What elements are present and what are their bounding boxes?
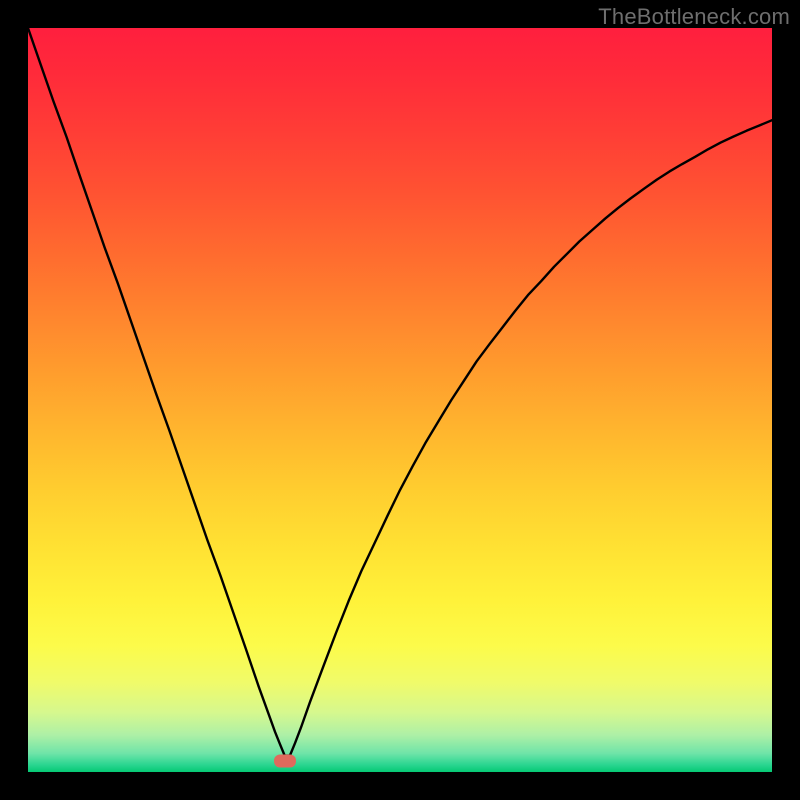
chart-frame [28, 28, 772, 772]
chart-gradient-background [28, 28, 772, 772]
watermark-text: TheBottleneck.com [598, 4, 790, 30]
